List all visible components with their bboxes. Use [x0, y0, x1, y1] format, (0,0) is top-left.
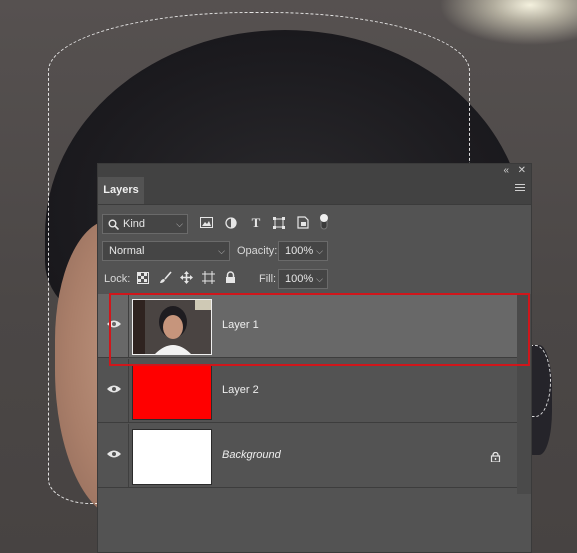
layer-name[interactable]: Layer 2 — [222, 384, 259, 396]
adjustment-filter-icon[interactable] — [225, 217, 237, 229]
lock-all-icon[interactable] — [225, 271, 236, 284]
layer-name[interactable]: Background — [222, 449, 281, 461]
blend-mode-value: Normal — [109, 245, 145, 257]
layer-thumbnail-white[interactable] — [132, 429, 212, 485]
opacity-value: 100% — [285, 245, 314, 257]
lock-move-icon[interactable] — [180, 271, 193, 284]
blend-row: Normal ⌵ Opacity: 100% ⌵ — [98, 241, 531, 263]
type-filter-icon[interactable]: T — [248, 215, 264, 231]
divider — [128, 359, 129, 422]
filter-row: Kind ⌵ T — [98, 212, 531, 234]
shape-filter-icon[interactable] — [273, 217, 285, 229]
lock-row: Lock: Fill: 100% ⌵ — [98, 269, 531, 291]
lock-paint-icon[interactable] — [159, 271, 172, 284]
panel-title-bar[interactable]: « ✕ — [98, 164, 531, 177]
lock-icon — [490, 452, 501, 462]
chevron-down-icon: ⌵ — [218, 246, 225, 256]
chevron-down-icon: ⌵ — [316, 246, 323, 256]
eye-icon[interactable] — [107, 384, 121, 394]
close-panel-button[interactable]: ✕ — [518, 164, 526, 177]
layer-row-layer-2[interactable]: Layer 2 — [98, 359, 517, 423]
panel-tabs: Layers — [98, 177, 531, 205]
lock-artboard-icon[interactable] — [202, 271, 215, 284]
smart-object-filter-icon[interactable] — [297, 216, 309, 229]
filter-toggle-icon[interactable] — [319, 213, 329, 231]
opacity-field[interactable]: 100% ⌵ — [278, 241, 328, 261]
eye-icon[interactable] — [107, 449, 121, 459]
lock-label: Lock: — [104, 273, 131, 285]
opacity-label: Opacity: — [237, 245, 278, 257]
pixel-filter-icon[interactable] — [200, 217, 213, 229]
lock-transparent-icon[interactable] — [137, 272, 149, 284]
fill-label: Fill: — [259, 273, 277, 285]
highlight-annotation — [109, 293, 530, 366]
search-icon — [108, 219, 119, 230]
hamburger-icon[interactable] — [515, 184, 525, 193]
collapse-panel-button[interactable]: « — [503, 164, 509, 177]
chevron-down-icon: ⌵ — [316, 274, 323, 284]
divider — [128, 424, 129, 487]
filter-kind-select[interactable]: Kind ⌵ — [102, 214, 188, 234]
tab-layers[interactable]: Layers — [98, 177, 144, 204]
layer-row-background[interactable]: Background — [98, 424, 517, 488]
layer-thumbnail-red[interactable] — [132, 364, 212, 420]
fill-field[interactable]: 100% ⌵ — [278, 269, 328, 289]
chevron-down-icon: ⌵ — [176, 219, 183, 229]
blend-mode-select[interactable]: Normal ⌵ — [102, 241, 230, 261]
filter-kind-label: Kind — [123, 218, 146, 230]
fill-value: 100% — [285, 273, 314, 285]
